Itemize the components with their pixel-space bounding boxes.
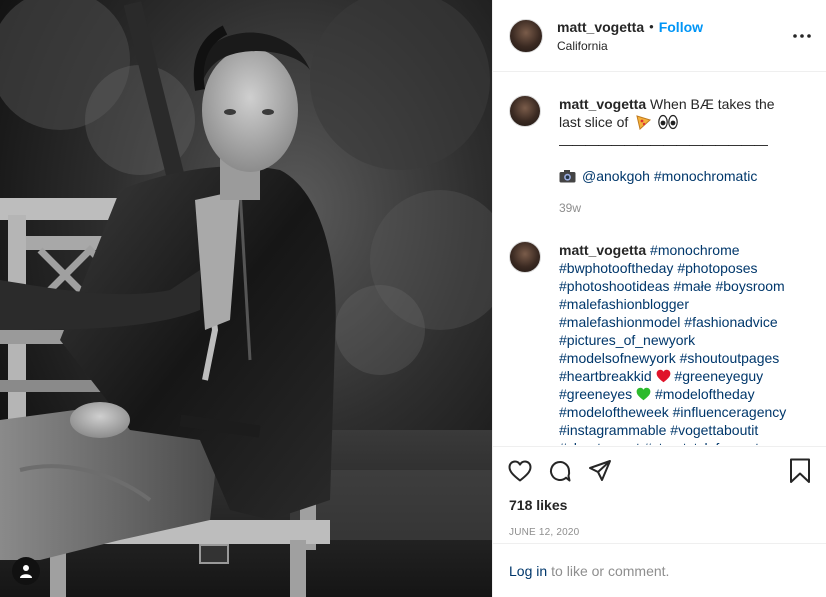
more-options-button[interactable] bbox=[792, 26, 812, 46]
author-avatar[interactable] bbox=[509, 18, 543, 53]
bookmark-icon bbox=[790, 458, 810, 483]
more-icon bbox=[793, 34, 811, 38]
save-button[interactable] bbox=[787, 458, 813, 484]
caption-age[interactable]: 39w bbox=[559, 199, 799, 217]
pizza-icon bbox=[636, 115, 652, 130]
post-sidebar: matt_vogetta • Follow California matt_vo… bbox=[492, 0, 826, 597]
comment-icon bbox=[550, 461, 571, 482]
hashtag-link[interactable]: #photoshootideas bbox=[559, 278, 670, 294]
hashtag-link[interactable]: #shoutoutpages bbox=[680, 350, 780, 366]
comment-username[interactable]: matt_vogetta bbox=[559, 242, 646, 258]
hashtag-link[interactable]: #influenceragency bbox=[673, 404, 787, 420]
camera-icon bbox=[559, 170, 576, 183]
post-location[interactable]: California bbox=[557, 39, 703, 53]
comment-avatar[interactable] bbox=[509, 241, 541, 273]
hashtag-link[interactable]: #greeneyeguy bbox=[674, 368, 763, 384]
hashtag-link[interactable]: #monochrome bbox=[650, 242, 740, 258]
hashtag-link[interactable]: #streetstyleforgents bbox=[644, 440, 766, 445]
hashtag-link[interactable]: #modeloftheweek bbox=[559, 404, 669, 420]
like-button[interactable] bbox=[507, 458, 533, 484]
caption-avatar[interactable] bbox=[509, 95, 541, 127]
hashtag-link[interactable]: #instagrammable bbox=[559, 422, 666, 438]
post-date[interactable]: JUNE 12, 2020 bbox=[493, 527, 826, 538]
hashtag-link[interactable]: #boysroom bbox=[715, 278, 784, 294]
post-actions: 718 likes JUNE 12, 2020 Log in to like o… bbox=[493, 446, 826, 597]
heart-icon bbox=[508, 460, 532, 482]
hashtag-link[interactable]: #vogettaboutit bbox=[670, 422, 758, 438]
author-username[interactable]: matt_vogetta bbox=[557, 19, 644, 35]
post-image bbox=[0, 0, 492, 597]
hashtag-comment: matt_vogetta #monochrome #bwphotooftheda… bbox=[509, 241, 811, 445]
person-icon bbox=[20, 565, 32, 578]
hashtag-link[interactable]: #bwphotooftheday bbox=[559, 260, 673, 276]
credit-hashtag[interactable]: #monochromatic bbox=[654, 167, 758, 185]
share-button[interactable] bbox=[587, 458, 613, 484]
login-link[interactable]: Log in bbox=[509, 563, 547, 579]
caption-divider: ———————————————— bbox=[559, 136, 768, 152]
share-icon bbox=[589, 460, 611, 481]
hashtag-link[interactable]: #fashionadvice bbox=[684, 314, 777, 330]
post-photo[interactable] bbox=[0, 0, 492, 597]
tagged-users-button[interactable] bbox=[12, 557, 40, 585]
hashtag-link[interactable]: #małe bbox=[673, 278, 711, 294]
hashtag-link[interactable]: #shoutmeout bbox=[559, 440, 640, 445]
hashtag-link[interactable]: #modelsofnewyork bbox=[559, 350, 676, 366]
hashtag-link[interactable]: #heartbreakkid bbox=[559, 368, 652, 384]
hashtag-link[interactable]: #malefashionmodel bbox=[559, 314, 680, 330]
green-heart-icon bbox=[636, 387, 651, 401]
hashtag-link[interactable]: #pictures_of_newyork bbox=[559, 332, 695, 348]
comments-section[interactable]: matt_vogetta When BÆ takes the last slic… bbox=[493, 73, 826, 445]
like-count[interactable]: 718 likes bbox=[493, 497, 826, 513]
follow-button[interactable]: Follow bbox=[659, 19, 703, 35]
comment-button[interactable] bbox=[547, 458, 573, 484]
credit-handle[interactable]: @anokgoh bbox=[582, 167, 650, 185]
hashtag-link[interactable]: #greeneyes bbox=[559, 386, 632, 402]
eyes-icon bbox=[658, 114, 678, 130]
hashtag-link[interactable]: #modeloftheday bbox=[655, 386, 755, 402]
separator-dot: • bbox=[649, 19, 654, 34]
hashtag-link[interactable]: #photoposes bbox=[677, 260, 757, 276]
red-heart-icon bbox=[656, 369, 670, 383]
post-header: matt_vogetta • Follow California bbox=[493, 0, 826, 72]
caption-username[interactable]: matt_vogetta bbox=[559, 96, 646, 112]
login-prompt: Log in to like or comment. bbox=[493, 543, 826, 597]
hashtag-link[interactable]: #malefashionblogger bbox=[559, 296, 689, 312]
caption-comment: matt_vogetta When BÆ takes the last slic… bbox=[509, 95, 811, 217]
login-prompt-text: to like or comment. bbox=[551, 562, 670, 579]
